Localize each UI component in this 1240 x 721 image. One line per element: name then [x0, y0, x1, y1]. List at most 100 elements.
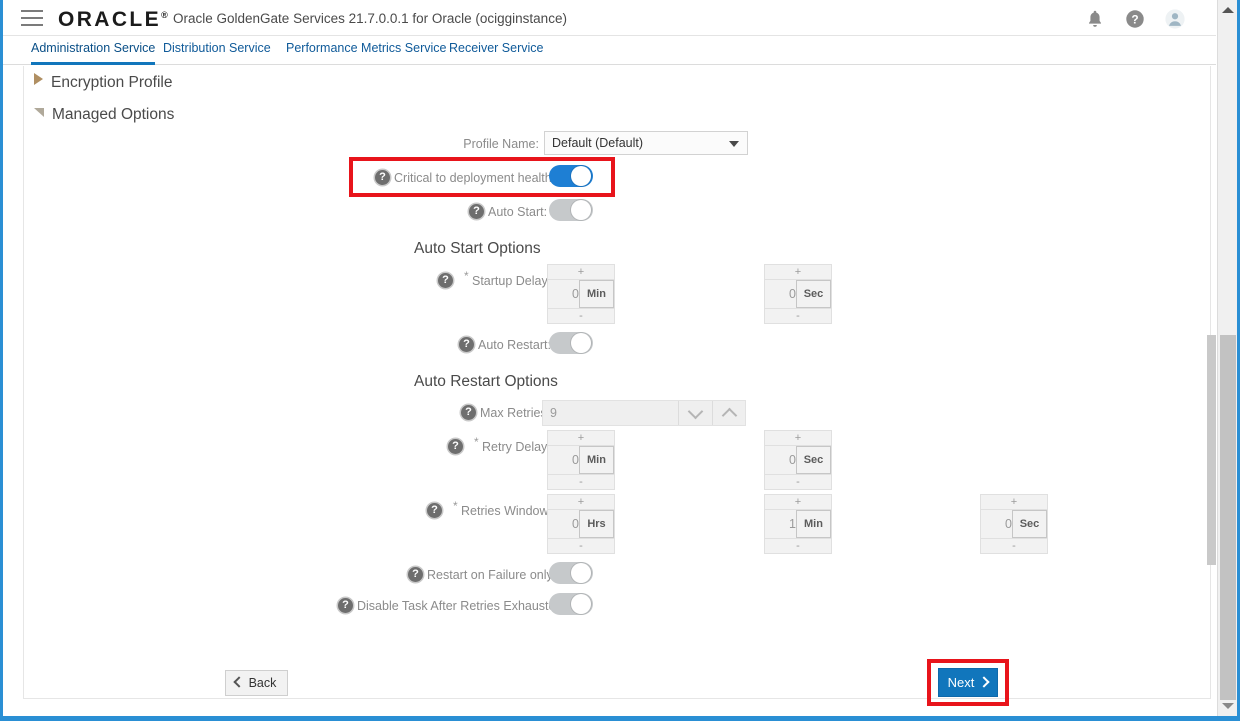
tab-administration-service[interactable]: Administration Service [31, 37, 156, 65]
startup-delay-label: Startup Delay: [472, 274, 552, 288]
page-viewport: ORACLE® Oracle GoldenGate Services 21.7.… [3, 0, 1237, 716]
critical-health-help-icon[interactable]: ? [375, 170, 390, 185]
chevron-down-icon [729, 141, 739, 147]
decrement-button[interactable]: - [980, 538, 1048, 554]
profile-name-select[interactable]: Default (Default) [544, 131, 748, 155]
tab-receiver-service[interactable]: Receiver Service [449, 37, 543, 62]
max-retries-field[interactable]: 9 [542, 400, 746, 426]
retries-window-seconds-stepper[interactable]: + 0 Sec - [980, 494, 1048, 554]
help-icon[interactable]: ? [1124, 8, 1146, 30]
retry-delay-label: Retry Delay: [482, 440, 551, 454]
next-button[interactable]: Next [938, 668, 998, 697]
service-tab-bar: Administration Service Distribution Serv… [3, 37, 1216, 65]
stepper-unit[interactable]: Sec [1012, 510, 1047, 538]
decrement-button[interactable]: - [547, 538, 615, 554]
increment-button[interactable]: + [764, 430, 832, 446]
restart-on-failure-label: Restart on Failure only: [427, 568, 557, 582]
stepper-unit[interactable]: Min [579, 280, 614, 308]
auto-start-options-title: Auto Start Options [414, 240, 541, 257]
stepper-value[interactable]: 0 [981, 510, 1015, 538]
window-scrollbar-thumb[interactable] [1220, 335, 1236, 700]
notifications-bell-icon[interactable] [1084, 8, 1106, 30]
startup-delay-required-marker: * [464, 269, 469, 283]
decrement-button[interactable]: - [764, 538, 832, 554]
decrement-button[interactable]: - [764, 474, 832, 490]
svg-text:?: ? [1131, 13, 1138, 27]
max-retries-value: 9 [550, 406, 557, 420]
auto-restart-help-icon[interactable]: ? [459, 337, 474, 352]
retries-window-hours-stepper[interactable]: + 0 Hrs - [547, 494, 615, 554]
stepper-value[interactable]: 0 [765, 446, 799, 474]
startup-delay-help-icon[interactable]: ? [438, 273, 453, 288]
decrement-button[interactable]: - [547, 308, 615, 324]
panel-scrollbar-thumb[interactable] [1207, 335, 1216, 565]
stepper-unit[interactable]: Min [796, 510, 831, 538]
increment-button[interactable]: + [764, 264, 832, 280]
stepper-value[interactable]: 0 [548, 510, 582, 538]
scroll-up-arrow-icon[interactable] [1222, 7, 1234, 13]
decrement-button[interactable]: - [547, 474, 615, 490]
window-scrollbar[interactable] [1217, 0, 1237, 716]
critical-health-label: Critical to deployment health: [394, 171, 556, 185]
accordion-encryption-profile[interactable]: Encryption Profile [34, 73, 172, 92]
tab-distribution-service[interactable]: Distribution Service [163, 37, 271, 62]
retry-delay-help-icon[interactable]: ? [448, 439, 463, 454]
accordion-managed-options[interactable]: Managed Options [34, 106, 174, 124]
stepper-value[interactable]: 0 [548, 280, 582, 308]
profile-name-label: Profile Name: [463, 137, 539, 151]
toggle-knob [571, 563, 591, 583]
chevron-down-icon[interactable] [678, 401, 711, 425]
decrement-button[interactable]: - [764, 308, 832, 324]
increment-button[interactable]: + [547, 494, 615, 510]
app-title: Oracle GoldenGate Services 21.7.0.0.1 fo… [173, 11, 567, 26]
stepper-value[interactable]: 0 [548, 446, 582, 474]
disable-task-toggle[interactable] [549, 593, 593, 615]
back-button[interactable]: Back [225, 670, 288, 696]
increment-button[interactable]: + [764, 494, 832, 510]
max-retries-help-icon[interactable]: ? [461, 405, 476, 420]
restart-on-failure-toggle[interactable] [549, 562, 593, 584]
retry-delay-minutes-stepper[interactable]: + 0 Min - [547, 430, 615, 490]
increment-button[interactable]: + [547, 264, 615, 280]
stepper-unit[interactable]: Hrs [579, 510, 614, 538]
increment-button[interactable]: + [547, 430, 615, 446]
user-avatar-icon[interactable] [1164, 8, 1186, 30]
retries-window-help-icon[interactable]: ? [427, 503, 442, 518]
increment-button[interactable]: + [980, 494, 1048, 510]
stepper-value-row: 0 Sec [764, 280, 832, 308]
scroll-down-arrow-icon[interactable] [1222, 703, 1234, 709]
critical-health-toggle[interactable] [549, 165, 593, 187]
toggle-knob [571, 166, 591, 186]
stepper-value[interactable]: 1 [765, 510, 799, 538]
disable-task-label: Disable Task After Retries Exhausted: [357, 599, 566, 613]
hamburger-menu-icon[interactable] [21, 10, 43, 26]
retries-window-minutes-stepper[interactable]: + 1 Min - [764, 494, 832, 554]
stepper-unit[interactable]: Sec [796, 280, 831, 308]
chevron-right-icon [34, 73, 43, 85]
chevron-down-icon [34, 108, 44, 117]
auto-restart-label: Auto Restart: [478, 338, 551, 352]
disable-task-help-icon[interactable]: ? [338, 598, 353, 613]
stepper-unit[interactable]: Min [579, 446, 614, 474]
stepper-unit[interactable]: Sec [796, 446, 831, 474]
oracle-logo: ORACLE® [58, 8, 170, 32]
auto-start-toggle[interactable] [549, 199, 593, 221]
retry-delay-seconds-stepper[interactable]: + 0 Sec - [764, 430, 832, 490]
tab-performance-metrics-service[interactable]: Performance Metrics Service [286, 37, 446, 62]
retry-delay-required-marker: * [474, 435, 479, 449]
auto-start-help-icon[interactable]: ? [469, 204, 484, 219]
chevron-up-icon[interactable] [712, 401, 745, 425]
back-button-label: Back [248, 676, 277, 690]
auto-restart-toggle[interactable] [549, 332, 593, 354]
startup-delay-minutes-stepper[interactable]: + 0 Min - [547, 264, 615, 324]
stepper-value-row: 0 Hrs [547, 510, 615, 538]
stepper-value-row: 1 Min [764, 510, 832, 538]
chevron-right-icon [978, 676, 990, 688]
stepper-value-row: 0 Sec [764, 446, 832, 474]
stepper-value[interactable]: 0 [765, 280, 799, 308]
restart-on-failure-help-icon[interactable]: ? [408, 567, 423, 582]
startup-delay-seconds-stepper[interactable]: + 0 Sec - [764, 264, 832, 324]
accordion-encryption-profile-label: Encryption Profile [51, 74, 173, 91]
stepper-value-row: 0 Min [547, 280, 615, 308]
stepper-value-row: 0 Sec [980, 510, 1048, 538]
